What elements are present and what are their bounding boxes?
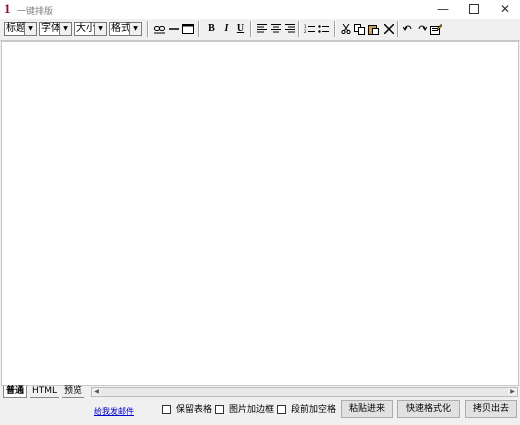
undo-button[interactable] [400,21,415,37]
image-border-checkbox[interactable] [215,405,224,414]
window-title: 一键排版 [17,7,54,17]
toolbar-separator [147,21,149,37]
cut-icon [340,24,351,34]
horizontal-scrollbar[interactable]: ◀ ▶ [91,387,518,397]
view-tabs: 普通 HTML 预览 ◀ ▶ [0,386,520,398]
maximize-button[interactable] [459,0,489,19]
title-bar: 1 一键排版 — ✕ [0,0,520,19]
toolbar-separator [250,21,252,37]
bullet-list-icon [318,25,329,33]
svg-text:2: 2 [304,29,307,34]
link-icon [154,26,165,34]
heading-select-label: 标题 [6,23,26,34]
edit-html-button[interactable] [428,21,443,37]
editor-area[interactable] [1,41,519,386]
minimize-button[interactable]: — [428,0,458,19]
close-button[interactable]: ✕ [490,0,520,19]
toolbar-separator [198,21,200,37]
chevron-down-icon: ▼ [59,23,71,35]
tab-html[interactable]: HTML [30,386,60,398]
bullet-list-button[interactable] [316,21,331,37]
horizontal-rule-icon [168,28,179,30]
redo-icon [418,25,427,31]
chevron-down-icon: ▼ [24,23,36,35]
font-select[interactable]: 字体 ▼ [39,22,72,36]
copy-icon [354,24,365,35]
toolbar-separator [298,21,300,37]
close-icon: ✕ [499,2,511,16]
delete-button[interactable] [381,21,396,37]
app-logo-icon: 1 [4,1,11,16]
bold-icon: B [208,23,215,34]
format-select-label: 格式 [111,23,131,34]
quick-format-button[interactable]: 快速格式化 [397,400,460,418]
align-center-icon [270,24,281,33]
numbered-list-icon: 12 [304,24,315,34]
size-select-label: 大小 [76,23,96,34]
align-center-button[interactable] [268,21,283,37]
delete-icon [383,24,394,34]
keep-table-checkbox[interactable] [162,405,171,414]
chevron-down-icon: ▼ [129,23,141,35]
paste-icon [368,25,379,35]
paragraph-indent-checkbox[interactable] [277,405,286,414]
paste-button[interactable] [366,21,381,37]
toolbar-separator [334,21,336,37]
paragraph-indent-label: 段前加空格 [291,405,337,415]
numbered-list-button[interactable]: 12 [302,21,317,37]
italic-icon: I [224,23,229,34]
copy-button[interactable] [352,21,367,37]
scroll-right-icon[interactable]: ▶ [508,388,517,396]
keep-table-label: 保留表格 [176,405,213,415]
maximize-icon [469,3,479,14]
bold-button[interactable]: B [204,21,219,37]
toolbar: 标题 ▼ 字体 ▼ 大小 ▼ 格式 ▼ B I U 12 [0,19,520,41]
tab-preview[interactable]: 预览 [62,386,85,398]
align-right-icon [284,24,295,33]
table-icon [181,24,194,34]
align-right-button[interactable] [282,21,297,37]
image-border-label: 图片加边框 [229,405,275,415]
heading-select[interactable]: 标题 ▼ [4,22,37,36]
undo-icon [402,25,411,31]
copy-out-button[interactable]: 拷贝出去 [465,400,517,418]
scroll-left-icon[interactable]: ◀ [92,388,101,396]
email-link[interactable]: 给我发邮件 [94,406,134,417]
paste-in-button[interactable]: 粘贴进来 [341,400,393,418]
align-left-icon [256,24,267,33]
underline-button[interactable]: U [233,21,248,37]
redo-button[interactable] [414,21,429,37]
underline-icon: U [236,23,245,34]
toolbar-separator [397,21,399,37]
horizontal-rule-button[interactable] [166,21,181,37]
minimize-icon: — [437,2,449,16]
font-select-label: 字体 [41,23,61,34]
edit-html-icon [429,24,442,35]
tab-normal-label: 普通 [6,386,25,396]
table-button[interactable] [180,21,195,37]
chevron-down-icon: ▼ [94,23,106,35]
align-left-button[interactable] [254,21,269,37]
tab-html-label: HTML [32,386,58,396]
link-button[interactable] [152,21,167,37]
tab-preview-label: 预览 [64,386,83,396]
cut-button[interactable] [338,21,353,37]
size-select[interactable]: 大小 ▼ [74,22,107,36]
italic-button[interactable]: I [219,21,234,37]
tab-normal[interactable]: 普通 [3,386,28,398]
format-select[interactable]: 格式 ▼ [109,22,142,36]
